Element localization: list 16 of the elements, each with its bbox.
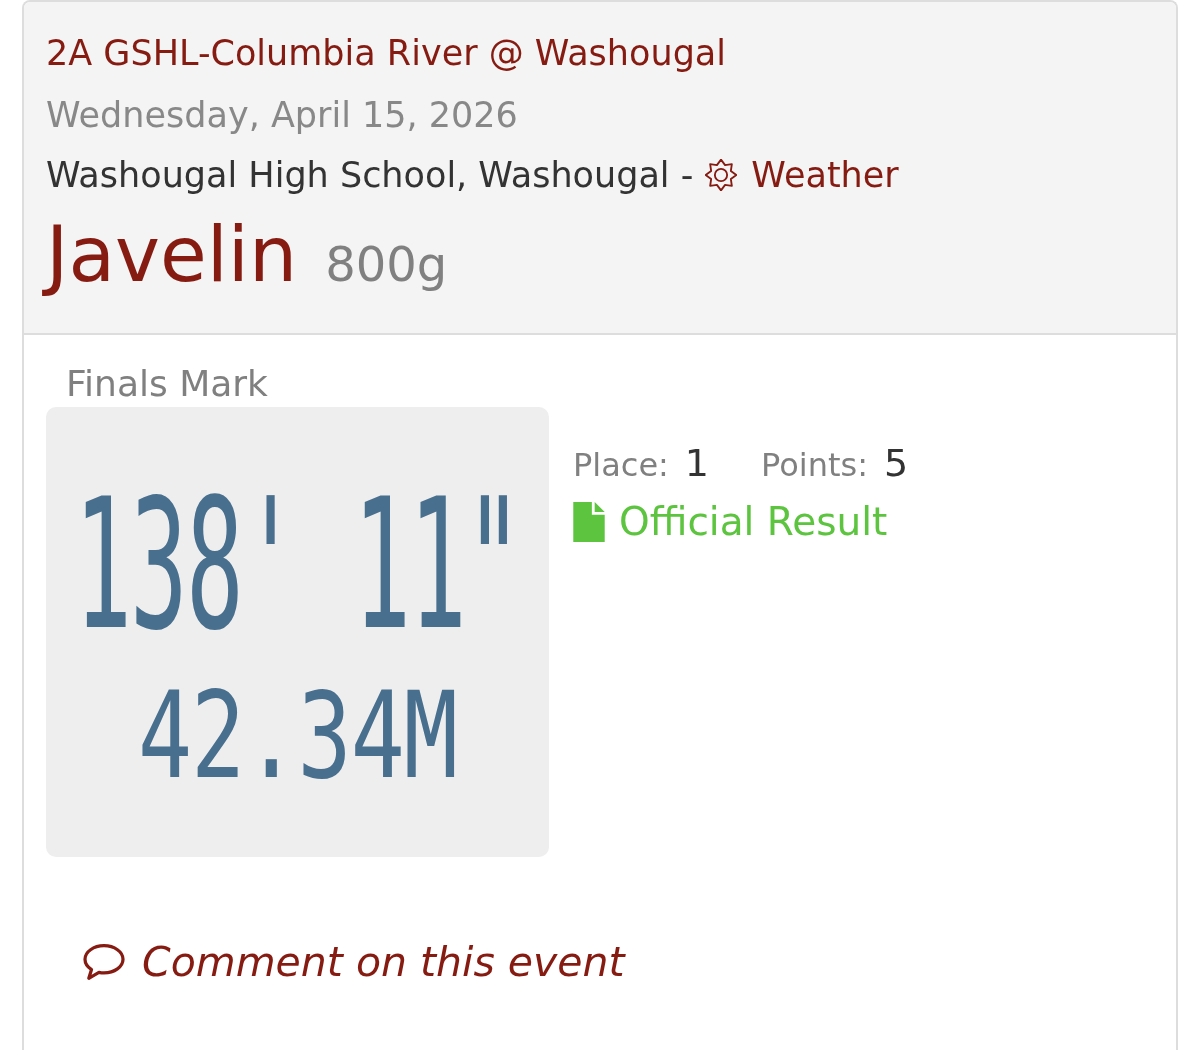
weather-link[interactable]: Weather (705, 152, 899, 198)
place-value: 1 (684, 441, 710, 485)
event-spec: 800g (325, 237, 448, 291)
points-value: 5 (883, 441, 909, 485)
meet-date: Wednesday, April 15, 2026 (46, 94, 518, 137)
meet-title-link[interactable]: 2A GSHL-Columbia River @ Washougal (46, 30, 727, 76)
comment-link[interactable]: Comment on this event (82, 937, 625, 987)
imperial-mark: 138' 11" (74, 474, 521, 656)
sun-icon (705, 159, 738, 191)
file-icon (573, 502, 605, 542)
comment-icon (82, 943, 126, 981)
venue-text: Washougal High School, Washougal - (46, 154, 694, 197)
finals-mark-label: Finals Mark (66, 362, 268, 406)
place-label: Place: (573, 445, 669, 486)
metric-mark: 42.34M (137, 676, 458, 796)
points-label: Points: (761, 445, 868, 486)
